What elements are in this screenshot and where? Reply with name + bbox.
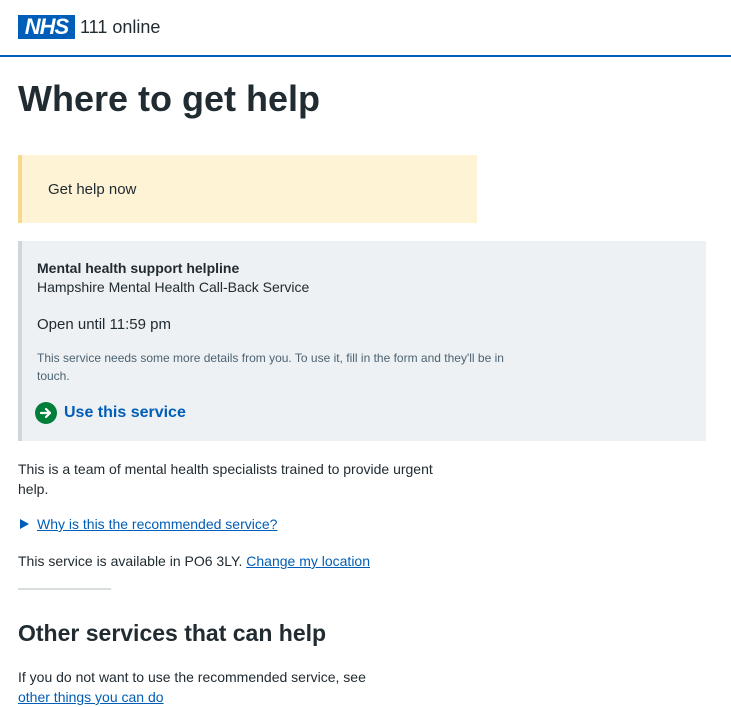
change-location-link[interactable]: Change my location — [246, 553, 370, 569]
page-title: Where to get help — [18, 78, 321, 119]
other-services-heading: Other services that can help — [18, 620, 327, 646]
arrow-right-icon — [39, 407, 52, 419]
other-things-link[interactable]: other things you can do — [18, 689, 164, 705]
use-this-service-label: Use this service — [64, 404, 186, 421]
arrow-right-circle-icon — [35, 402, 57, 424]
availability-text: This service is available in PO6 3LY. Ch… — [18, 553, 370, 569]
other-services-text: If you do not want to use the recommende… — [18, 667, 366, 707]
why-recommended-details[interactable]: Why is this the recommended service? — [20, 516, 277, 532]
availability-statement: This service is available in PO6 3LY. — [18, 553, 243, 569]
callout-text: Get help now — [48, 181, 137, 198]
use-this-service-link[interactable]: Use this service — [35, 402, 186, 424]
site-header: NHS 111 online — [0, 0, 731, 57]
nhs-logo[interactable]: NHS — [18, 15, 75, 39]
service-name-text: Hampshire Mental Health Call-Back Servic… — [37, 279, 310, 295]
service-description: This is a team of mental health speciali… — [18, 461, 433, 497]
service-card: Mental health support helpline Hampshire… — [18, 241, 706, 441]
service-name[interactable]: 111 online — [80, 17, 160, 38]
section-divider — [18, 588, 111, 590]
opening-hours: Open until 11:59 pm — [37, 316, 171, 333]
details-summary[interactable]: Why is this the recommended service? — [37, 516, 277, 532]
get-help-now-callout: Get help now — [18, 155, 477, 223]
service-note: This service needs some more details fro… — [37, 351, 504, 383]
other-services-statement: If you do not want to use the recommende… — [18, 669, 366, 685]
service-type: Mental health support helpline — [37, 260, 240, 276]
disclosure-triangle-icon — [20, 519, 29, 529]
